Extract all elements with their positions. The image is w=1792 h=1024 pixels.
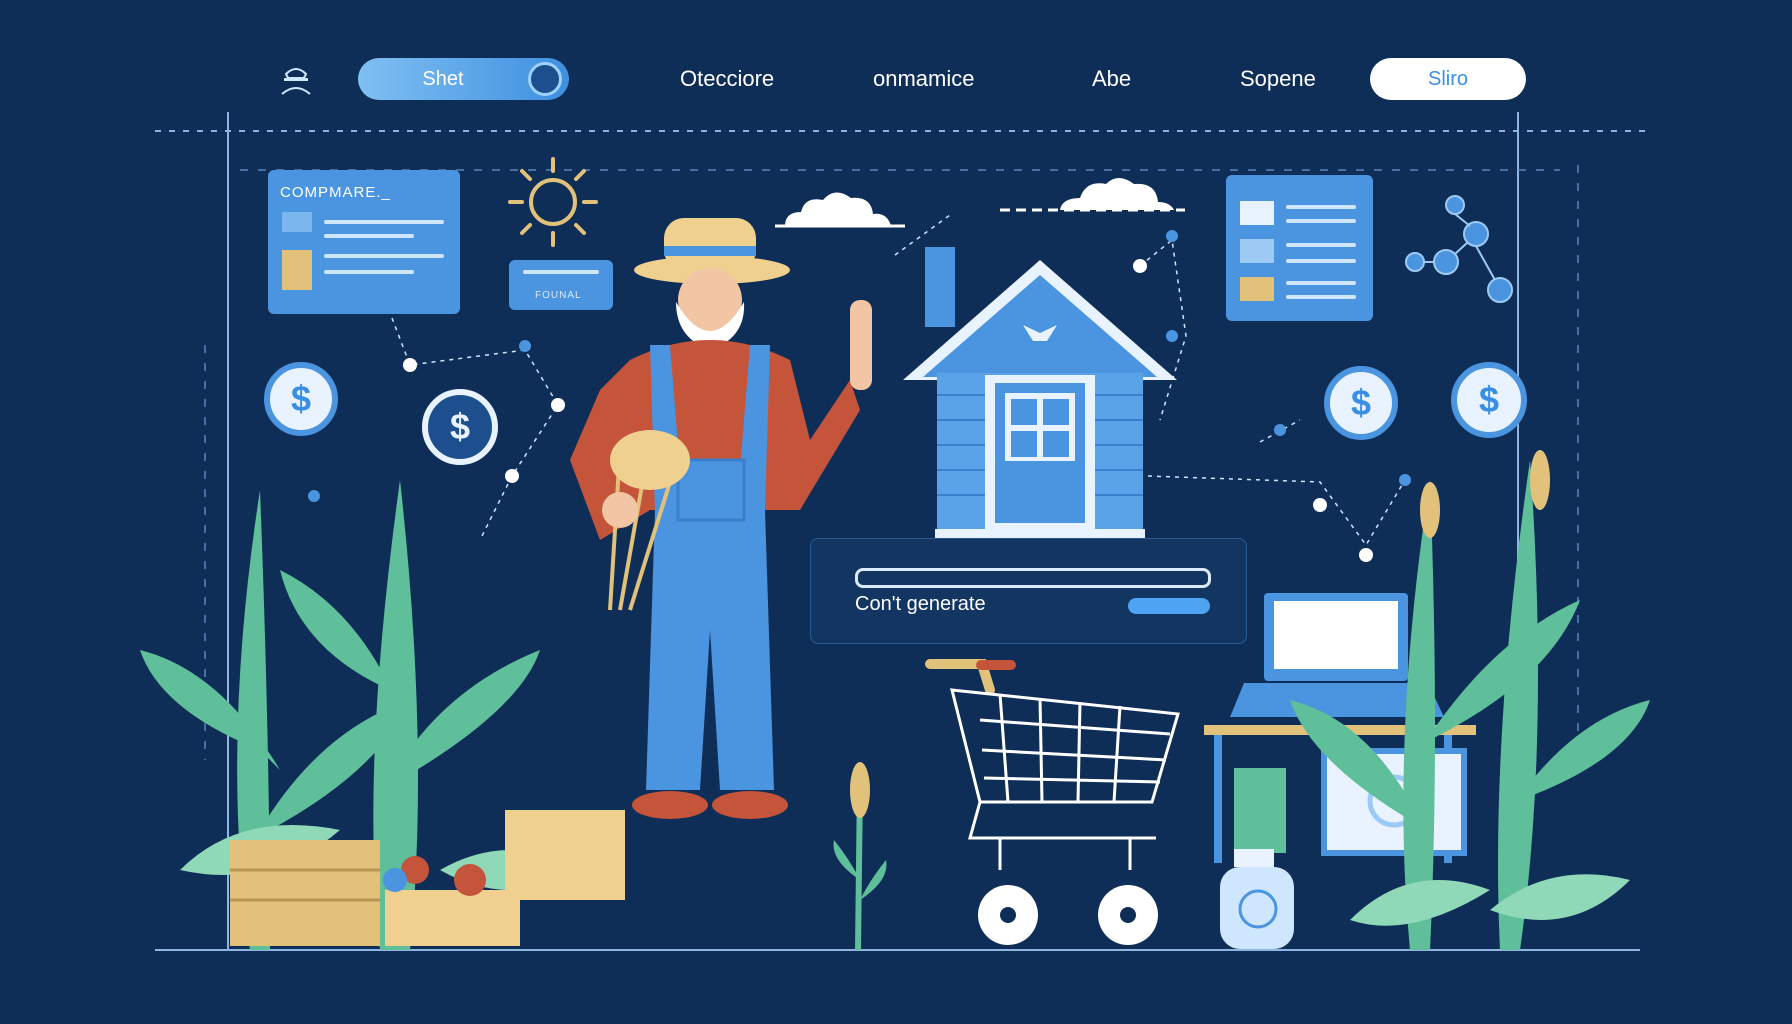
plants-right [1290, 450, 1650, 950]
generate-input[interactable] [855, 568, 1211, 588]
house-icon [903, 247, 1177, 539]
shopping-cart-icon[interactable] [920, 650, 1180, 950]
jug-icon [1220, 849, 1294, 949]
corn-icon [833, 762, 887, 950]
generate-button[interactable] [1128, 598, 1210, 614]
plants-left [140, 480, 625, 950]
